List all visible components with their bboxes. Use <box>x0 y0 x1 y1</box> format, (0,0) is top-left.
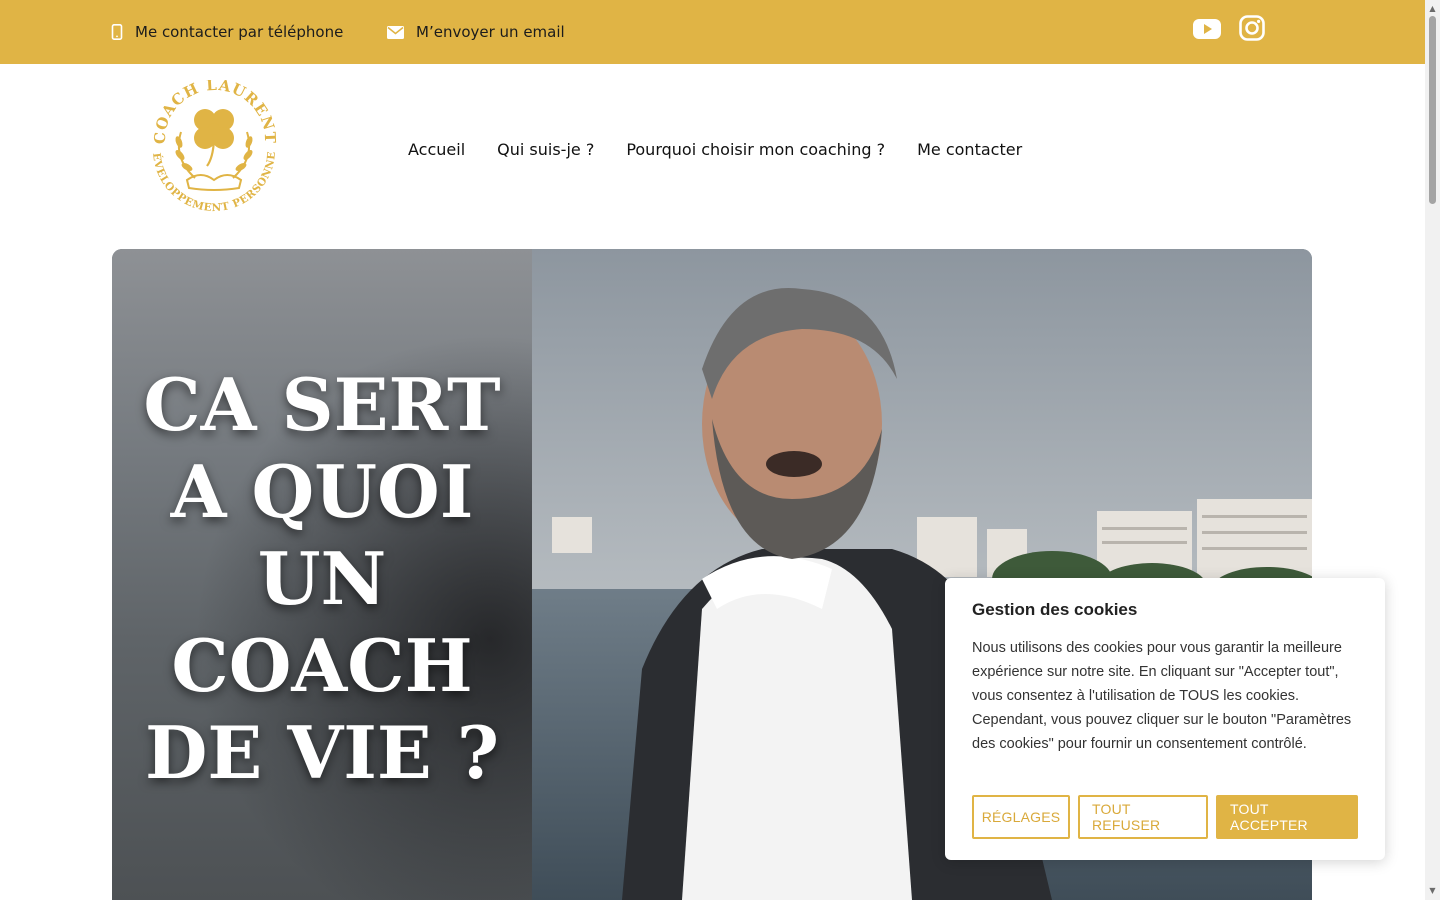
hero-title-line: A QUOI <box>170 449 474 534</box>
mobile-phone-icon <box>111 24 123 40</box>
scroll-up-arrow-icon[interactable]: ▲ <box>1428 4 1437 13</box>
scrollbar-thumb[interactable] <box>1429 16 1436 204</box>
hero-title-line: DE VIE ? <box>144 710 500 795</box>
cookie-reject-all-button[interactable]: TOUT REFUSER <box>1078 795 1208 839</box>
cookie-buttons: RÉGLAGES TOUT REFUSER TOUT ACCEPTER <box>972 795 1358 839</box>
nav-item-pourquoi-coaching[interactable]: Pourquoi choisir mon coaching ? <box>626 140 885 159</box>
phone-contact-link[interactable]: Me contacter par téléphone <box>111 0 343 64</box>
envelope-icon <box>387 25 404 39</box>
nav-item-accueil[interactable]: Accueil <box>408 140 465 159</box>
hero-title-line: CA SERT <box>143 362 501 447</box>
nav-item-me-contacter[interactable]: Me contacter <box>917 140 1022 159</box>
cookie-settings-button[interactable]: RÉGLAGES <box>972 795 1070 839</box>
cookie-accept-all-button[interactable]: TOUT ACCEPTER <box>1216 795 1358 839</box>
cookie-consent-dialog: Gestion des cookies Nous utilisons des c… <box>945 578 1385 860</box>
youtube-icon <box>1192 19 1222 48</box>
hero-title-line: UN <box>257 536 387 621</box>
email-contact-link[interactable]: M’envoyer un email <box>387 0 565 64</box>
youtube-link[interactable] <box>1192 14 1222 44</box>
top-bar: Me contacter par téléphone M’envoyer un … <box>0 0 1425 64</box>
scroll-down-arrow-icon[interactable]: ▼ <box>1428 886 1437 895</box>
cookie-title: Gestion des cookies <box>972 600 1138 619</box>
phone-contact-label: Me contacter par téléphone <box>135 23 344 41</box>
instagram-icon <box>1238 15 1266 46</box>
cookie-text: Nous utilisons des cookies pour vous gar… <box>972 640 1352 752</box>
site-logo[interactable]: COACH LAURENT DÉVELOPPEMENT PERSONNEL <box>138 71 285 225</box>
instagram-link[interactable] <box>1238 14 1268 44</box>
nav-item-qui-suis-je[interactable]: Qui suis-je ? <box>497 140 594 159</box>
email-contact-label: M’envoyer un email <box>416 23 565 41</box>
hero-title-line: COACH <box>171 623 473 708</box>
page-scrollbar[interactable]: ▲ ▼ <box>1425 0 1440 900</box>
main-navigation: Accueil Qui suis-je ? Pourquoi choisir m… <box>408 140 1022 159</box>
hero-title: CA SERT A QUOI UN COACH DE VIE ? <box>112 361 532 796</box>
